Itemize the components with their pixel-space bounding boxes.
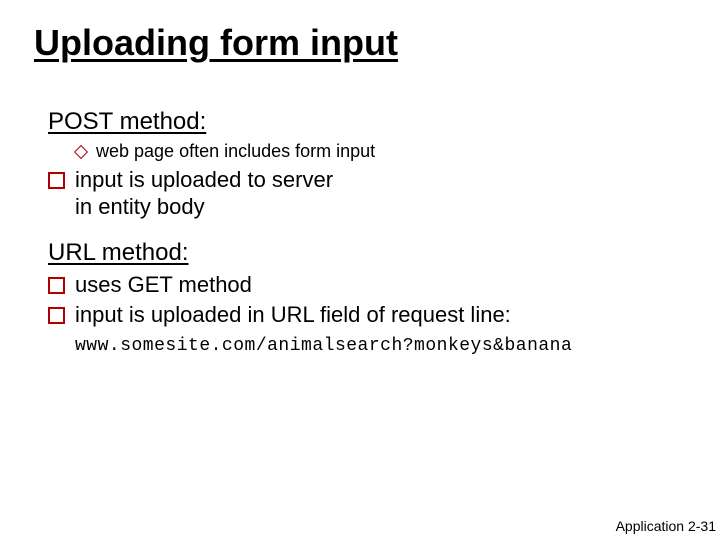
- post-heading: POST method:: [48, 108, 688, 136]
- post-point-text: input is uploaded to server in entity bo…: [75, 166, 355, 221]
- slide-body: POST method: web page often includes for…: [48, 108, 688, 360]
- post-section: POST method: web page often includes for…: [48, 108, 688, 221]
- url-point-1-text: uses GET method: [75, 271, 252, 299]
- url-heading: URL method:: [48, 239, 688, 267]
- slide: Uploading form input POST method: web pa…: [0, 0, 720, 540]
- footer-pagenum: Application 2-31: [616, 518, 716, 534]
- url-point-2: input is uploaded in URL field of reques…: [48, 301, 688, 357]
- diamond-bullet-icon: [74, 145, 88, 159]
- square-bullet-icon: [48, 277, 65, 294]
- slide-title: Uploading form input: [34, 22, 398, 64]
- post-sub-item: web page often includes form input: [74, 140, 688, 163]
- post-sub-text: web page often includes form input: [96, 140, 376, 163]
- url-example-code: www.somesite.com/animalsearch?monkeys&ba…: [75, 336, 572, 356]
- post-point: input is uploaded to server in entity bo…: [48, 166, 688, 221]
- url-point-2-prefix: input is uploaded in URL field of reques…: [75, 302, 511, 327]
- url-section: URL method: uses GET method input is upl…: [48, 239, 688, 358]
- url-point-1: uses GET method: [48, 271, 688, 299]
- url-point-2-text: input is uploaded in URL field of reques…: [75, 301, 675, 357]
- square-bullet-icon: [48, 172, 65, 189]
- square-bullet-icon: [48, 307, 65, 324]
